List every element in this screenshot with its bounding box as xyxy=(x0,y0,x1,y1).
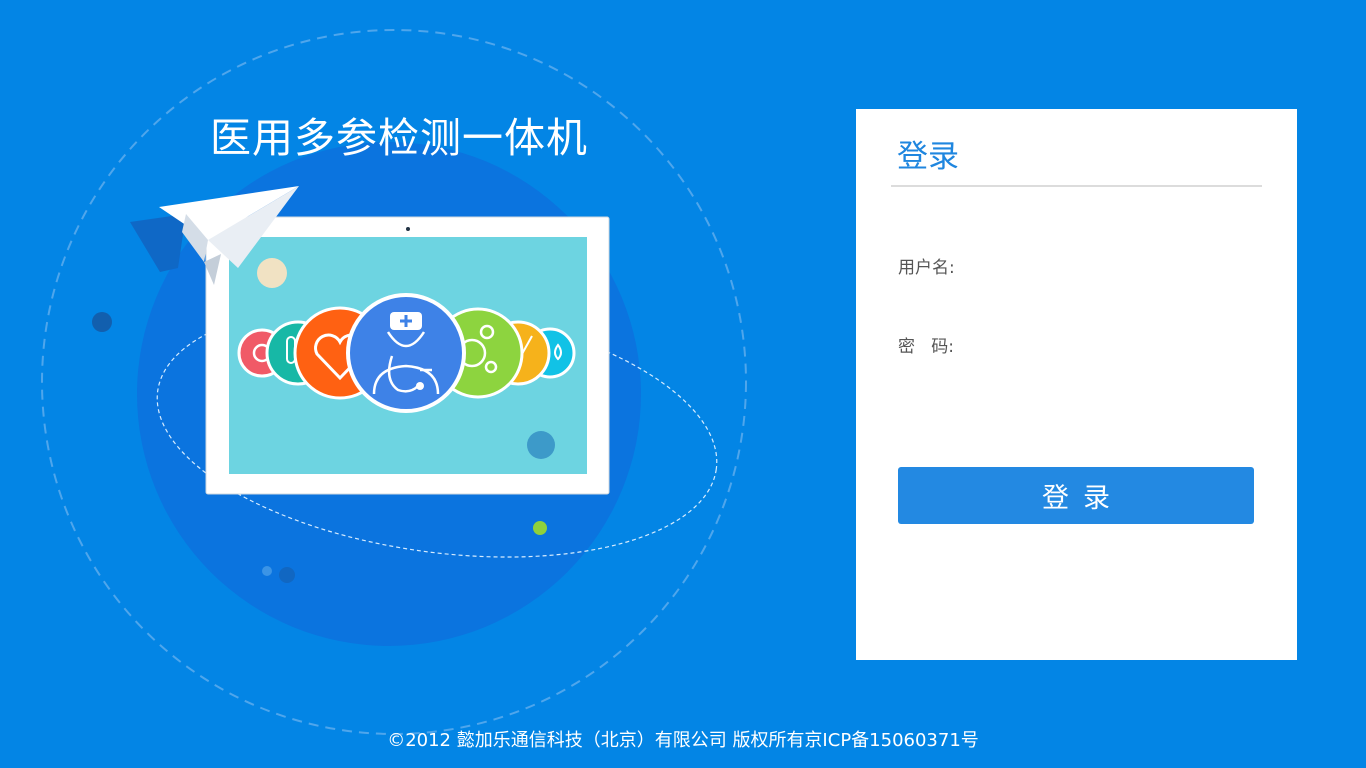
password-row: 密 码: xyxy=(898,324,1258,360)
login-heading: 登录 xyxy=(897,139,959,175)
username-row: 用户名: xyxy=(898,245,1258,281)
login-panel: 登录 用户名: 密 码: 登录 xyxy=(856,109,1297,660)
doctor-badge-icon xyxy=(346,293,466,413)
decor-dot xyxy=(533,521,547,535)
heading-divider xyxy=(891,185,1262,187)
login-page: 医用多参检测一体机 登录 用户名: 密 码: 登录 ©2012 懿加乐通信科技（… xyxy=(0,0,1366,768)
screen-dot xyxy=(257,258,287,288)
login-button[interactable]: 登录 xyxy=(898,467,1254,524)
decor-dot xyxy=(279,567,295,583)
password-label: 密 码: xyxy=(898,337,954,357)
screen-dot xyxy=(527,431,555,459)
password-input[interactable] xyxy=(966,324,1256,360)
username-input[interactable] xyxy=(966,245,1256,281)
username-label: 用户名: xyxy=(898,258,955,278)
app-title: 医用多参检测一体机 xyxy=(210,114,588,162)
footer-copyright: ©2012 懿加乐通信科技（北京）有限公司 版权所有京ICP备15060371号 xyxy=(387,730,979,751)
decor-dot xyxy=(262,566,272,576)
tablet-illustration xyxy=(205,216,610,495)
decor-dot xyxy=(92,312,112,332)
